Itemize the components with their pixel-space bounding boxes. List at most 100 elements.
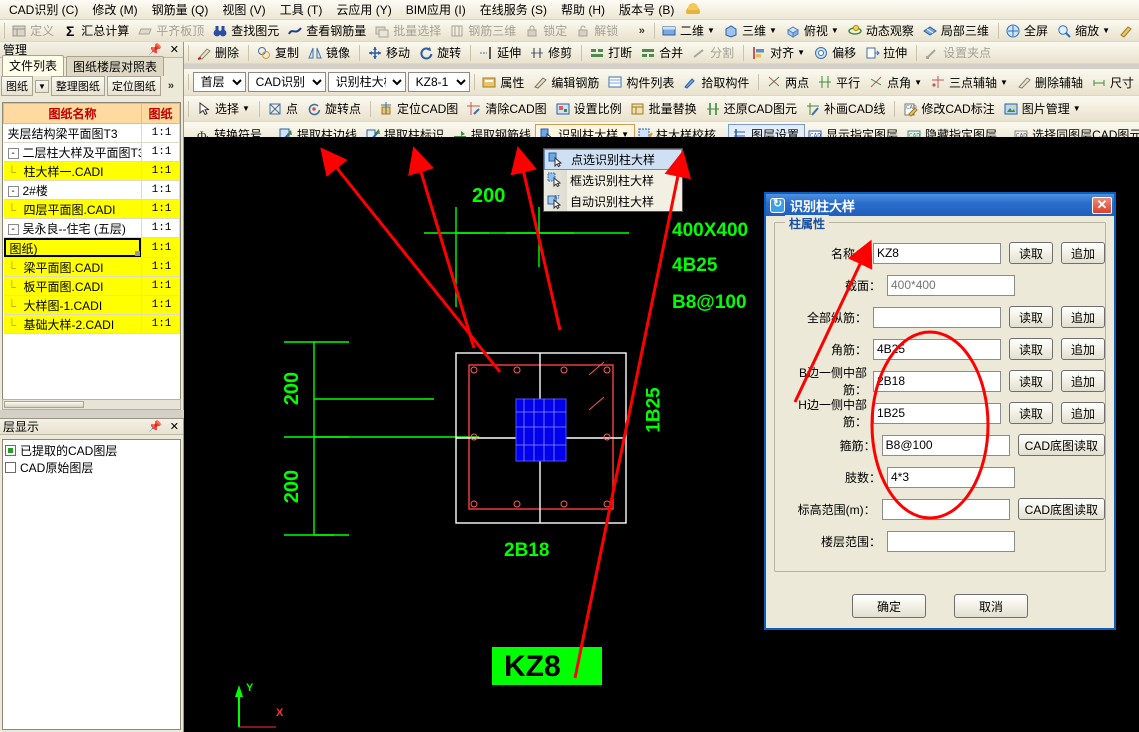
append-button[interactable]: 追加 bbox=[1060, 402, 1105, 424]
scrollbar-thumb[interactable] bbox=[4, 401, 84, 408]
layer-item-original[interactable]: CAD原始图层 bbox=[5, 459, 178, 476]
table-row[interactable]: └ 四层平面图.CADI 1:1 bbox=[3, 199, 180, 219]
drawing-list-hscrollbar[interactable] bbox=[2, 399, 181, 410]
toolbar-offset-button[interactable]: 偏移 bbox=[810, 43, 861, 63]
toolbar-summary-calc-button[interactable]: Σ 汇总计算 bbox=[59, 21, 134, 41]
menu-item-tools[interactable]: 工具 (T) bbox=[273, 0, 330, 20]
toolbar-extra-button[interactable] bbox=[1115, 21, 1139, 41]
toolbar-view-rebar-qty-button[interactable]: 查看钢筋量 bbox=[284, 21, 371, 41]
table-row[interactable]: └ 柱大样一.CADI 1:1 bbox=[3, 161, 180, 181]
toolbar-point-angle-button[interactable]: 点角 ▼ bbox=[865, 72, 927, 92]
toolbar-image-manager-button[interactable]: 图片管理 ▼ bbox=[1000, 99, 1086, 119]
table-row[interactable]: - 吴永良--住宅 (五层) 1:1 bbox=[3, 218, 180, 238]
section-input[interactable] bbox=[887, 274, 1015, 296]
layer-item-extracted[interactable]: 已提取的CAD图层 bbox=[5, 442, 178, 459]
helmet-icon[interactable] bbox=[685, 2, 701, 17]
menu-item-version[interactable]: 版本号 (B) bbox=[612, 0, 681, 20]
toolbar-clear-cad-button[interactable]: 清除CAD图 bbox=[463, 99, 551, 119]
toolbar-break-button[interactable]: 打断 bbox=[586, 43, 637, 63]
close-icon[interactable]: ✕ bbox=[166, 43, 183, 56]
menu-item-cloud[interactable]: 云应用 (Y) bbox=[329, 0, 398, 20]
chevron-down-icon[interactable]: ▼ bbox=[769, 26, 777, 35]
corner-rebar-input[interactable] bbox=[872, 338, 1001, 360]
expander-icon[interactable]: - bbox=[7, 223, 19, 235]
toolbar-point-button[interactable]: 点 bbox=[264, 99, 303, 119]
toolbar-properties-button[interactable]: 属性 bbox=[478, 72, 529, 92]
name-input[interactable] bbox=[872, 242, 1001, 264]
table-row-editing[interactable]: 图纸) 1:1 bbox=[3, 237, 180, 258]
menu-item-online-service[interactable]: 在线服务 (S) bbox=[473, 0, 554, 20]
append-button[interactable]: 追加 bbox=[1060, 370, 1105, 392]
menu-item-modify[interactable]: 修改 (M) bbox=[85, 0, 144, 20]
chevron-down-icon[interactable]: ▼ bbox=[831, 26, 839, 35]
drawings-button[interactable]: 图纸 bbox=[1, 76, 33, 96]
floor-select[interactable]: 首层 bbox=[192, 72, 246, 92]
b-side-rebar-input[interactable] bbox=[872, 370, 1001, 392]
table-row[interactable]: └ 大样图-1.CADI 1:1 bbox=[3, 295, 180, 315]
toolbar-trim-button[interactable]: 修剪 bbox=[526, 43, 577, 63]
toolbar-define-button[interactable]: 定义 bbox=[8, 21, 59, 41]
tab-file-list[interactable]: 文件列表 bbox=[2, 55, 65, 76]
toolbar-split-button[interactable]: 分割 bbox=[688, 43, 739, 63]
cad-base-read-button[interactable]: CAD底图读取 bbox=[1017, 434, 1105, 456]
menu-item-box-select[interactable]: 框选识别柱大样 bbox=[544, 170, 682, 191]
toolbar-restore-cad-button[interactable]: 还原CAD图元 bbox=[702, 99, 802, 119]
menu-item-point-select[interactable]: 点选识别柱大样 bbox=[544, 149, 682, 170]
read-button[interactable]: 读取 bbox=[1008, 242, 1053, 264]
toolbar-unlock-button[interactable]: 解锁 bbox=[572, 21, 623, 41]
subcategory-select[interactable]: 识别柱大样 bbox=[327, 72, 406, 92]
toolbar-merge-button[interactable]: 合并 bbox=[637, 43, 688, 63]
toolbar-dimension-button[interactable]: 尺寸 bbox=[1088, 72, 1139, 92]
floor-range-input[interactable] bbox=[887, 530, 1015, 552]
toolbar-copy-button[interactable]: 复制 bbox=[253, 43, 304, 63]
menu-item-cad[interactable]: CAD识别 (C) bbox=[2, 0, 85, 20]
chevron-down-icon[interactable]: ▼ bbox=[1073, 104, 1081, 113]
expander-icon[interactable]: - bbox=[7, 185, 19, 197]
checkbox-icon[interactable] bbox=[5, 445, 16, 456]
read-button[interactable]: 读取 bbox=[1008, 338, 1053, 360]
checkbox-icon[interactable] bbox=[5, 462, 16, 473]
pin-icon[interactable]: 📌 bbox=[144, 420, 166, 433]
toolbar-set-scale-button[interactable]: 设置比例 bbox=[552, 99, 627, 119]
toolbar-top-view-button[interactable]: 俯视 ▼ bbox=[782, 21, 844, 41]
chevron-down-icon[interactable]: ▼ bbox=[914, 78, 922, 87]
toolbar-edit-cad-dim-button[interactable]: CAD 修改CAD标注 bbox=[899, 99, 999, 119]
toolbar-stretch-button[interactable]: 拉伸 bbox=[861, 43, 912, 63]
elevation-range-input[interactable] bbox=[881, 498, 1010, 520]
table-row[interactable]: - 二层柱大样及平面图T3 1:1 bbox=[3, 142, 180, 162]
all-longitudinal-input[interactable] bbox=[872, 306, 1001, 328]
toolbar-view-3d-button[interactable]: 三维 ▼ bbox=[720, 21, 782, 41]
chevron-down-icon[interactable]: ▼ bbox=[35, 79, 49, 93]
toolbar-component-list-button[interactable]: 构件列表 bbox=[604, 72, 679, 92]
toolbar-fullscreen-button[interactable]: 全屏 bbox=[1002, 21, 1053, 41]
toolbar-rotate-button[interactable]: 旋转 bbox=[415, 43, 466, 63]
chevron-down-icon[interactable]: ▼ bbox=[707, 26, 715, 35]
toolbar-find-element-button[interactable]: 查找图元 bbox=[209, 21, 284, 41]
toolbar-rotate-point-button[interactable]: 旋转点 bbox=[303, 99, 366, 119]
management-overflow-button[interactable]: » bbox=[163, 80, 179, 92]
toolbar-locate-cad-button[interactable]: 定位CAD图 bbox=[375, 99, 463, 119]
toolbar-delete-axis-button[interactable]: 删除辅轴 bbox=[1013, 72, 1088, 92]
toolbar-rebar-3d-button[interactable]: 钢筋三维 bbox=[446, 21, 521, 41]
read-button[interactable]: 读取 bbox=[1008, 402, 1053, 424]
close-icon[interactable]: ✕ bbox=[166, 420, 183, 433]
close-icon[interactable]: ✕ bbox=[1092, 196, 1112, 214]
toolbar-draw-cad-line-button[interactable]: 补画CAD线 bbox=[802, 99, 890, 119]
read-button[interactable]: 读取 bbox=[1008, 306, 1053, 328]
cancel-button[interactable]: 取消 bbox=[954, 594, 1028, 618]
menu-item-auto-select[interactable]: AT 自动识别柱大样 bbox=[544, 191, 682, 212]
chevron-down-icon[interactable]: ▼ bbox=[1102, 26, 1110, 35]
toolbar-edit-rebar-button[interactable]: 编辑钢筋 bbox=[529, 72, 604, 92]
component-select[interactable]: KZ8-1 bbox=[407, 72, 470, 92]
chevron-down-icon[interactable]: ▼ bbox=[797, 48, 805, 57]
toolbar-parallel-axis-button[interactable]: 平行 bbox=[814, 72, 865, 92]
locate-drawings-button[interactable]: 定位图纸 bbox=[106, 76, 161, 96]
toolbar-two-point-axis-button[interactable]: 两点 bbox=[763, 72, 814, 92]
toolbar-pick-component-button[interactable]: 拾取构件 bbox=[679, 72, 754, 92]
toolbar-set-grip-button[interactable]: 设置夹点 bbox=[921, 43, 996, 63]
append-button[interactable]: 追加 bbox=[1060, 338, 1105, 360]
toolbar-batch-select-button[interactable]: 批量选择 bbox=[371, 21, 446, 41]
menu-item-help[interactable]: 帮助 (H) bbox=[554, 0, 612, 20]
chevron-down-icon[interactable]: ▼ bbox=[242, 104, 250, 113]
expander-icon[interactable]: - bbox=[7, 147, 19, 159]
